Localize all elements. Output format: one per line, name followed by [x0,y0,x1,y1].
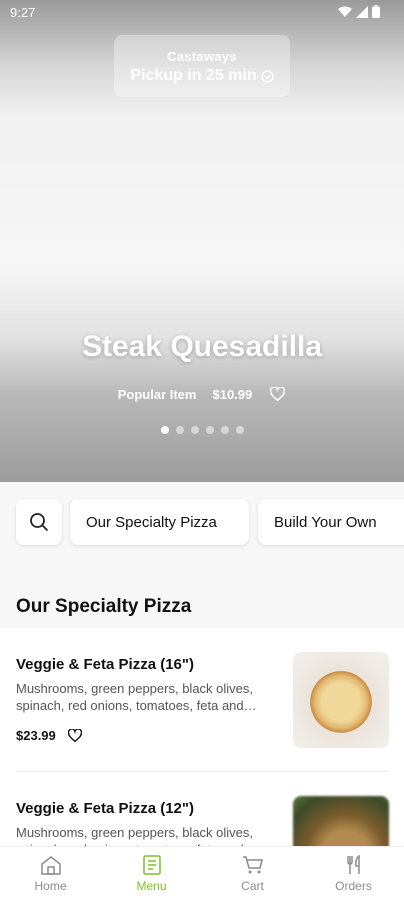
carousel-indicator [0,426,404,434]
nav-home-label: Home [34,879,67,893]
section-title: Our Specialty Pizza [16,596,192,617]
item-price: $23.99 [16,728,56,743]
nav-menu[interactable]: Menu [101,847,202,900]
item-description: Mushrooms, green peppers, black olives, … [16,681,257,713]
item-name: Veggie & Feta Pizza (16") [16,656,195,673]
signal-icon [356,5,368,18]
item-description: Mushrooms, green peppers, black olives, … [16,825,257,846]
utensils-icon [346,855,360,874]
hero-title: Steak Quesadilla [81,330,323,363]
menu-icon [142,855,161,875]
nav-home[interactable]: Home [0,847,101,900]
carousel-dot[interactable] [160,426,169,434]
nav-orders-label: Orders [335,879,372,893]
list-item[interactable]: Veggie & Feta Pizza (16") Mushrooms, gre… [0,628,404,772]
hero-tag: Popular Item [117,386,197,402]
hero-price: $10.99 [212,386,253,402]
pickup-selector[interactable]: Castaways Pickup in 25 min [114,35,290,97]
home-icon [40,856,61,875]
list-item[interactable]: Veggie & Feta Pizza (12") Mushrooms, gre… [0,772,404,846]
chevron-down-icon [260,69,274,83]
category-chip-specialty-pizza[interactable]: Our Specialty Pizza [70,499,249,545]
carousel-dot[interactable] [235,426,244,434]
item-image [293,796,389,846]
heart-icon[interactable] [268,385,286,403]
battery-icon [372,5,380,18]
carousel-dot[interactable] [220,426,229,434]
bottom-nav: Home Menu Cart Orders [0,846,404,900]
status-bar: 9:27 [0,0,404,26]
store-name: Castaways [167,49,237,64]
search-icon [30,513,49,532]
category-bar: Our Specialty Pizza Build Your Own [0,482,404,562]
category-chip-build-your-own[interactable]: Build Your Own [258,499,404,545]
cart-icon [242,856,263,874]
carousel-dot[interactable] [190,426,199,434]
item-name: Veggie & Feta Pizza (12") [16,800,195,817]
nav-menu-label: Menu [136,879,167,893]
search-button[interactable] [16,499,62,545]
hero-banner[interactable]: 9:27 Castaways Pickup in 25 min Steak Qu… [0,0,404,482]
heart-icon[interactable] [67,729,82,742]
pickup-time-label: Pickup in 25 min [130,67,257,84]
status-icons [338,5,380,18]
wifi-icon [338,6,352,17]
item-image [293,652,389,748]
status-time: 9:27 [10,5,36,20]
carousel-dot[interactable] [205,426,214,434]
carousel-dot[interactable] [175,426,184,434]
nav-cart[interactable]: Cart [202,847,303,900]
nav-cart-label: Cart [241,879,264,893]
nav-orders[interactable]: Orders [303,847,404,900]
menu-list: Veggie & Feta Pizza (16") Mushrooms, gre… [0,628,404,846]
